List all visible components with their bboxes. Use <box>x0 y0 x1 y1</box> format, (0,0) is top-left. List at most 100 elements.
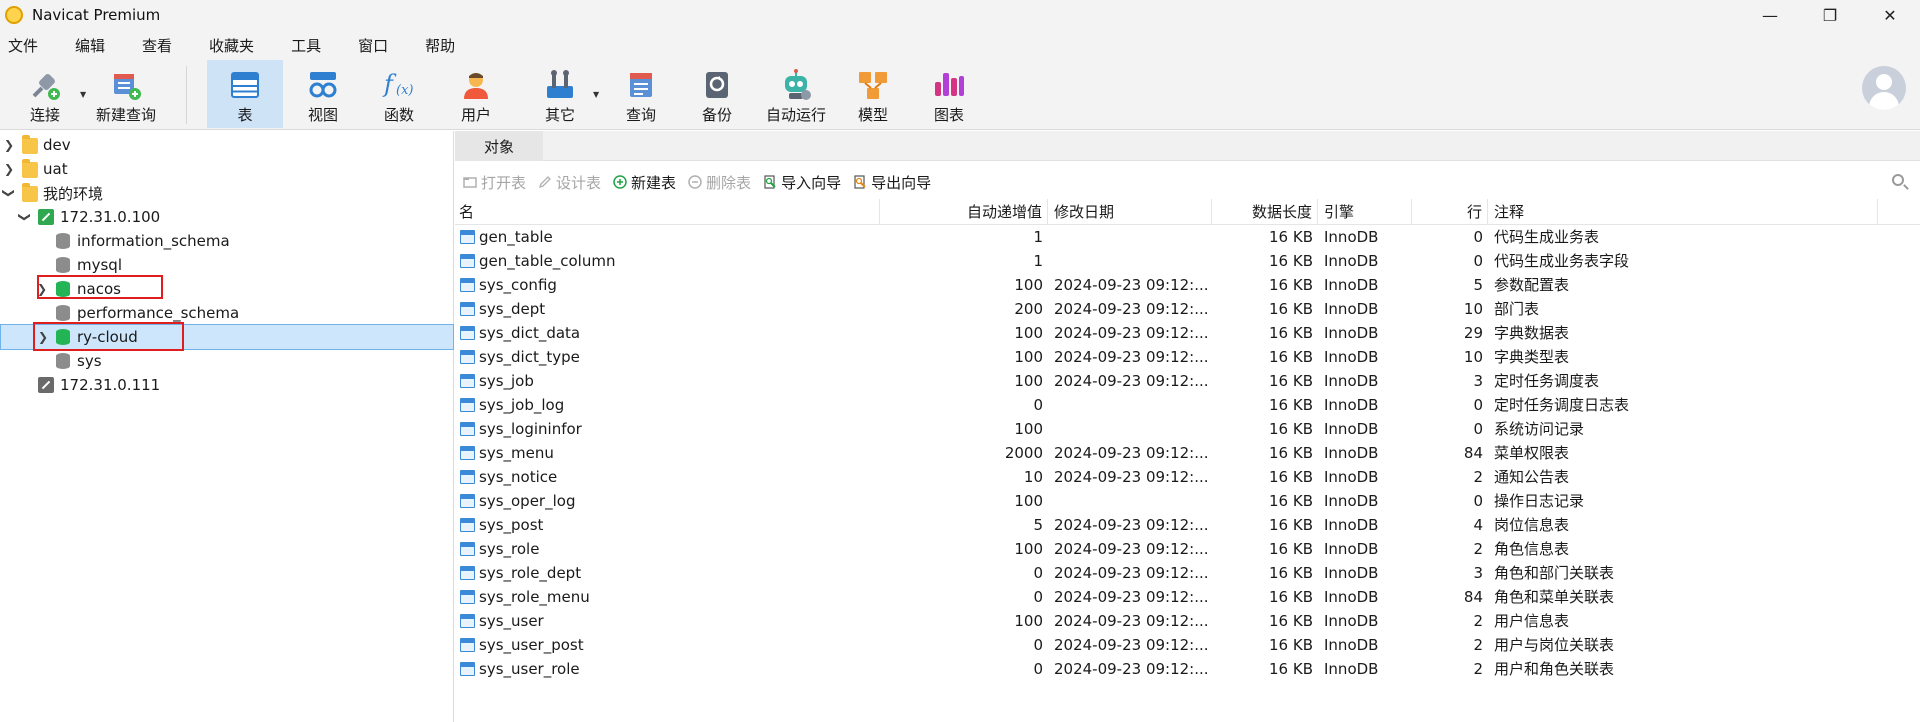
open-table-button[interactable]: 打开表 <box>463 172 526 193</box>
table-row[interactable]: sys_job 100 2024-09-23 09:12:... 16 KB InnoD… <box>455 369 1920 393</box>
table-row[interactable]: sys_dict_type 100 2024-09-23 09:12:... 16 K… <box>455 345 1920 369</box>
column-header-modified-date[interactable]: 修改日期 <box>1048 199 1212 225</box>
menu-help[interactable]: 帮助 <box>414 35 466 56</box>
query-button[interactable]: 查询 <box>621 64 661 126</box>
other-dropdown-icon[interactable]: ▼ <box>593 90 599 99</box>
cell-auto-increment: 0 <box>1033 636 1043 654</box>
column-header-auto-increment[interactable]: 自动递增值 <box>880 199 1048 225</box>
menu-tools[interactable]: 工具 <box>280 35 332 56</box>
menu-window[interactable]: 窗口 <box>347 35 399 56</box>
chevron-down-icon[interactable]: ❯ <box>18 211 32 223</box>
cell-modified-date <box>1048 225 1212 249</box>
tree-item-connection-111[interactable]: 172.31.0.111 <box>0 373 454 397</box>
model-label: 模型 <box>857 106 888 124</box>
table-row[interactable]: sys_user_role 0 2024-09-23 09:12:... 16 KB I… <box>455 657 1920 681</box>
other-button[interactable]: 其它 <box>540 64 580 126</box>
table-row[interactable]: sys_menu 2000 2024-09-23 09:12:... 16 KB Inn… <box>455 441 1920 465</box>
cell-auto-increment: 100 <box>1014 372 1043 390</box>
menu-favorites[interactable]: 收藏夹 <box>198 35 265 56</box>
column-header-name[interactable]: 名 <box>455 199 880 225</box>
chevron-right-icon[interactable]: ❯ <box>36 282 48 296</box>
chevron-right-icon[interactable]: ❯ <box>37 330 49 344</box>
column-header-data-length[interactable]: 数据长度 <box>1212 199 1318 225</box>
minimize-button[interactable]: — <box>1740 0 1800 30</box>
new-query-label: 新建查询 <box>95 106 156 124</box>
table-row[interactable]: sys_oper_log 100 16 KB InnoDB 0 操作日志记录 <box>455 489 1920 513</box>
column-header-engine[interactable]: 引擎 <box>1318 199 1412 225</box>
cell-rows: 0 <box>1473 228 1483 246</box>
import-wizard-button[interactable]: 导入向导 <box>763 172 841 193</box>
column-header-comment[interactable]: 注释 <box>1488 199 1878 225</box>
model-button[interactable]: 模型 <box>853 64 893 126</box>
table-row[interactable]: sys_role_dept 0 2024-09-23 09:12:... 16 KB I… <box>455 561 1920 585</box>
cell-modified-date: 2024-09-23 09:12:... <box>1054 300 1209 318</box>
tree-item-uat[interactable]: ❯ uat <box>0 157 454 181</box>
database-open-icon <box>56 281 70 297</box>
mysql-connection-closed-icon <box>38 377 54 393</box>
delete-table-button[interactable]: 删除表 <box>688 172 751 193</box>
connection-dropdown-icon[interactable]: ▼ <box>80 90 86 99</box>
table-row[interactable]: sys_notice 10 2024-09-23 09:12:... 16 KB Inn… <box>455 465 1920 489</box>
cell-comment: 用户与岗位关联表 <box>1494 636 1615 654</box>
menu-edit[interactable]: 编辑 <box>64 35 116 56</box>
close-button[interactable]: ✕ <box>1860 0 1920 30</box>
column-header-rows[interactable]: 行 <box>1412 199 1488 225</box>
tree-item-sys[interactable]: sys <box>0 349 454 373</box>
table-row[interactable]: sys_job_log 0 16 KB InnoDB 0 定时任务调度日志表 <box>455 393 1920 417</box>
connection-button[interactable]: 连接 <box>22 64 68 126</box>
tree-item-mysql[interactable]: mysql <box>0 253 454 277</box>
auto-run-button[interactable]: 自动运行 <box>764 64 828 126</box>
new-query-button[interactable]: 新建查询 <box>94 64 158 126</box>
menu-file[interactable]: 文件 <box>8 35 49 56</box>
table-row[interactable]: sys_dept 200 2024-09-23 09:12:... 16 KB Inno… <box>455 297 1920 321</box>
cell-engine: InnoDB <box>1324 444 1379 462</box>
cell-comment: 角色和菜单关联表 <box>1494 588 1615 606</box>
view-button[interactable]: 视图 <box>303 64 343 126</box>
chevron-down-icon[interactable]: ❯ <box>2 187 16 199</box>
table-row[interactable]: gen_table 1 16 KB InnoDB 0 代码生成业务表 <box>455 225 1920 249</box>
restore-button[interactable]: ❐ <box>1800 0 1860 30</box>
table-row[interactable]: gen_table_column 1 16 KB InnoDB 0 代码生成业务表字段 <box>455 249 1920 273</box>
user-button[interactable]: 用户 <box>456 64 496 126</box>
chevron-right-icon[interactable]: ❯ <box>3 162 15 176</box>
cell-data-length: 16 KB <box>1269 564 1313 582</box>
search-icon[interactable] <box>1892 174 1904 186</box>
table-icon <box>460 590 475 604</box>
table-icon <box>460 374 475 388</box>
tab-objects[interactable]: 对象 <box>455 131 543 161</box>
table-button[interactable]: 表 <box>207 60 283 128</box>
cell-auto-increment: 100 <box>1014 348 1043 366</box>
database-open-icon <box>56 329 70 345</box>
cell-engine: InnoDB <box>1324 228 1379 246</box>
cell-data-length: 16 KB <box>1269 540 1313 558</box>
function-button[interactable]: f (x) 函数 <box>379 64 419 126</box>
chevron-right-icon[interactable]: ❯ <box>3 138 15 152</box>
tree-item-connection-100[interactable]: ❯ 172.31.0.100 <box>0 205 454 229</box>
cell-engine: InnoDB <box>1324 324 1379 342</box>
export-wizard-button[interactable]: 导出向导 <box>853 172 931 193</box>
table-row[interactable]: sys_post 5 2024-09-23 09:12:... 16 KB InnoDB… <box>455 513 1920 537</box>
tree-item-information-schema[interactable]: information_schema <box>0 229 454 253</box>
table-row[interactable]: sys_dict_data 100 2024-09-23 09:12:... 16 K… <box>455 321 1920 345</box>
table-row[interactable]: sys_role 100 2024-09-23 09:12:... 16 KB Inno… <box>455 537 1920 561</box>
table-row[interactable]: sys_logininfor 100 16 KB InnoDB 0 系统访问记录 <box>455 417 1920 441</box>
cell-auto-increment: 100 <box>1014 420 1043 438</box>
delete-table-label: 删除表 <box>706 173 752 192</box>
tree-item-performance-schema[interactable]: performance_schema <box>0 301 454 325</box>
table-row[interactable]: sys_role_menu 0 2024-09-23 09:12:... 16 KB I… <box>455 585 1920 609</box>
tree-item-nacos[interactable]: ❯ nacos <box>0 277 454 301</box>
user-avatar[interactable] <box>1862 66 1906 110</box>
design-table-button[interactable]: 设计表 <box>538 172 601 193</box>
database-icon <box>56 353 70 369</box>
new-table-button[interactable]: 新建表 <box>613 172 676 193</box>
table-row[interactable]: sys_user_post 0 2024-09-23 09:12:... 16 KB I… <box>455 633 1920 657</box>
table-row[interactable]: sys_user 100 2024-09-23 09:12:... 16 KB Inno… <box>455 609 1920 633</box>
menu-view[interactable]: 查看 <box>131 35 183 56</box>
tree-item-ry-cloud[interactable]: ❯ ry-cloud <box>0 324 454 350</box>
cell-auto-increment: 100 <box>1014 540 1043 558</box>
chart-button[interactable]: 图表 <box>929 64 969 126</box>
backup-button[interactable]: 备份 <box>697 64 737 126</box>
tree-item-dev[interactable]: ❯ dev <box>0 133 454 157</box>
tree-item-my-env[interactable]: ❯ 我的环境 <box>0 181 454 205</box>
table-row[interactable]: sys_config 100 2024-09-23 09:12:... 16 KB In… <box>455 273 1920 297</box>
